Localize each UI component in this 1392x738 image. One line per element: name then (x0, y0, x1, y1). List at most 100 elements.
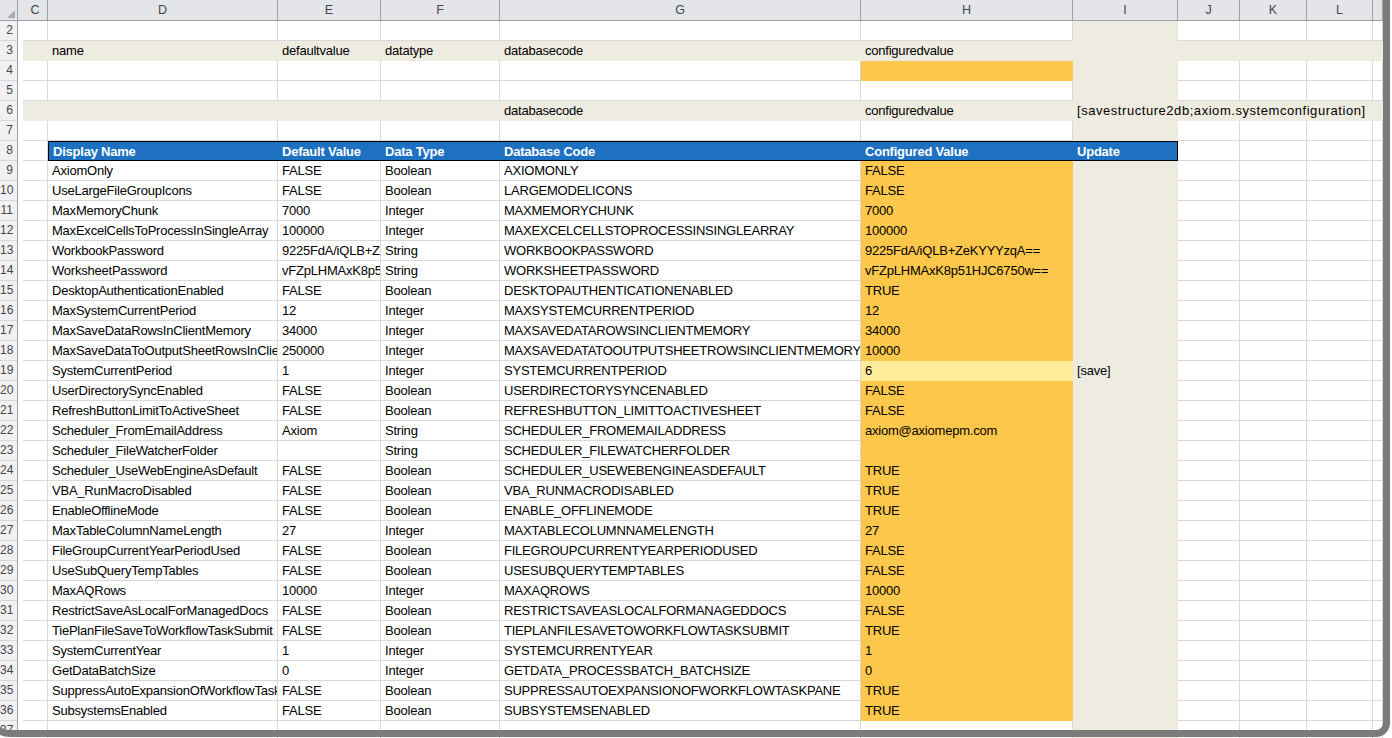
cell-G3[interactable]: databasecode (500, 41, 861, 61)
cell-J17[interactable] (1178, 321, 1240, 341)
cell-I30[interactable] (1073, 581, 1178, 601)
select-all-button[interactable] (0, 0, 18, 20)
cell-E22[interactable]: Axiom (278, 421, 381, 441)
cell-J26[interactable] (1178, 501, 1240, 521)
row-header-34[interactable]: 34 (0, 661, 18, 681)
cell-H5[interactable] (861, 81, 1073, 101)
cell-E28[interactable]: FALSE (278, 541, 381, 561)
cell-M18[interactable] (1373, 341, 1383, 361)
cell-H24[interactable]: TRUE (861, 461, 1073, 481)
cell-G15[interactable]: DESKTOPAUTHENTICATIONENABLED (500, 281, 861, 301)
cell-E32[interactable]: FALSE (278, 621, 381, 641)
cell-H10[interactable]: FALSE (861, 181, 1073, 201)
cell-D7[interactable] (48, 121, 278, 141)
cell-L26[interactable] (1307, 501, 1373, 521)
cell-D14[interactable]: WorksheetPassword (48, 261, 278, 281)
cell-G12[interactable]: MAXEXCELCELLSTOPROCESSINSINGLEARRAY (500, 221, 861, 241)
cell-G19[interactable]: SYSTEMCURRENTPERIOD (500, 361, 861, 381)
cell-J30[interactable] (1178, 581, 1240, 601)
cell-C32[interactable] (23, 621, 48, 641)
cell-D10[interactable]: UseLargeFileGroupIcons (48, 181, 278, 201)
cell-G18[interactable]: MAXSAVEDATATOOUTPUTSHEETROWSINCLIENTMEMO… (500, 341, 861, 361)
row-header-9[interactable]: 9 (0, 161, 18, 181)
cell-F23[interactable]: String (381, 441, 500, 461)
cell-D17[interactable]: MaxSaveDataRowsInClientMemory (48, 321, 278, 341)
cell-D12[interactable]: MaxExcelCellsToProcessInSingleArray (48, 221, 278, 241)
cell-I11[interactable] (1073, 201, 1178, 221)
cell-D35[interactable]: SuppressAutoExpansionOfWorkflowTaskPane (48, 681, 278, 701)
column-header-C[interactable]: C (23, 0, 48, 20)
cell-J36[interactable] (1178, 701, 1240, 721)
cell-K27[interactable] (1240, 521, 1307, 541)
cell-I26[interactable] (1073, 501, 1178, 521)
cell-E8[interactable]: Default Value (278, 141, 381, 161)
cell-I33[interactable] (1073, 641, 1178, 661)
cell-I21[interactable] (1073, 401, 1178, 421)
cell-K24[interactable] (1240, 461, 1307, 481)
cell-M24[interactable] (1373, 461, 1383, 481)
cell-E18[interactable]: 250000 (278, 341, 381, 361)
cell-K7[interactable] (1240, 121, 1307, 141)
cell-I8[interactable]: Update (1073, 141, 1178, 161)
cell-L14[interactable] (1307, 261, 1373, 281)
cell-C8[interactable] (23, 141, 48, 161)
cell-L20[interactable] (1307, 381, 1373, 401)
cell-F9[interactable]: Boolean (381, 161, 500, 181)
cell-I19[interactable]: [save] (1073, 361, 1178, 381)
row-header-17[interactable]: 17 (0, 321, 18, 341)
cell-C26[interactable] (23, 501, 48, 521)
cell-L15[interactable] (1307, 281, 1373, 301)
cell-J14[interactable] (1178, 261, 1240, 281)
row-header-35[interactable]: 35 (0, 681, 18, 701)
cell-E5[interactable] (278, 81, 381, 101)
cell-J9[interactable] (1178, 161, 1240, 181)
row-header-10[interactable]: 10 (0, 181, 18, 201)
cell-I29[interactable] (1073, 561, 1178, 581)
cell-D16[interactable]: MaxSystemCurrentPeriod (48, 301, 278, 321)
cell-E17[interactable]: 34000 (278, 321, 381, 341)
row-header-11[interactable]: 11 (0, 201, 18, 221)
cell-F4[interactable] (381, 61, 500, 81)
cell-K28[interactable] (1240, 541, 1307, 561)
cell-H9[interactable]: FALSE (861, 161, 1073, 181)
cell-G14[interactable]: WORKSHEETPASSWORD (500, 261, 861, 281)
cell-L13[interactable] (1307, 241, 1373, 261)
cell-L5[interactable] (1307, 81, 1373, 101)
cell-K33[interactable] (1240, 641, 1307, 661)
cell-K10[interactable] (1240, 181, 1307, 201)
cell-J15[interactable] (1178, 281, 1240, 301)
cell-D18[interactable]: MaxSaveDataToOutputSheetRowsInClientMemo… (48, 341, 278, 361)
cell-G5[interactable] (500, 81, 861, 101)
cell-I16[interactable] (1073, 301, 1178, 321)
row-header-6[interactable]: 6 (0, 101, 18, 121)
cell-F31[interactable]: Boolean (381, 601, 500, 621)
cell-J3[interactable] (1178, 41, 1240, 61)
cell-K13[interactable] (1240, 241, 1307, 261)
cell-L9[interactable] (1307, 161, 1373, 181)
cell-D8[interactable]: Display Name (48, 141, 278, 161)
cell-F32[interactable]: Boolean (381, 621, 500, 641)
cell-C2[interactable] (23, 21, 48, 41)
cell-F25[interactable]: Boolean (381, 481, 500, 501)
cell-H27[interactable]: 27 (861, 521, 1073, 541)
cell-D30[interactable]: MaxAQRows (48, 581, 278, 601)
cell-E31[interactable]: FALSE (278, 601, 381, 621)
cell-E6[interactable] (278, 101, 381, 121)
cell-K15[interactable] (1240, 281, 1307, 301)
row-header-19[interactable]: 19 (0, 361, 18, 381)
cell-G36[interactable]: SUBSYSTEMSENABLED (500, 701, 861, 721)
cell-F35[interactable]: Boolean (381, 681, 500, 701)
cell-J22[interactable] (1178, 421, 1240, 441)
cell-E33[interactable]: 1 (278, 641, 381, 661)
cell-M34[interactable] (1373, 661, 1383, 681)
cell-E26[interactable]: FALSE (278, 501, 381, 521)
row-header-25[interactable]: 25 (0, 481, 18, 501)
cell-K25[interactable] (1240, 481, 1307, 501)
cell-E35[interactable]: FALSE (278, 681, 381, 701)
cell-G23[interactable]: SCHEDULER_FILEWATCHERFOLDER (500, 441, 861, 461)
cell-H34[interactable]: 0 (861, 661, 1073, 681)
cell-J16[interactable] (1178, 301, 1240, 321)
cell-H19[interactable]: 6 (861, 361, 1073, 381)
cell-C13[interactable] (23, 241, 48, 261)
cell-H6[interactable]: configuredvalue (861, 101, 1073, 121)
